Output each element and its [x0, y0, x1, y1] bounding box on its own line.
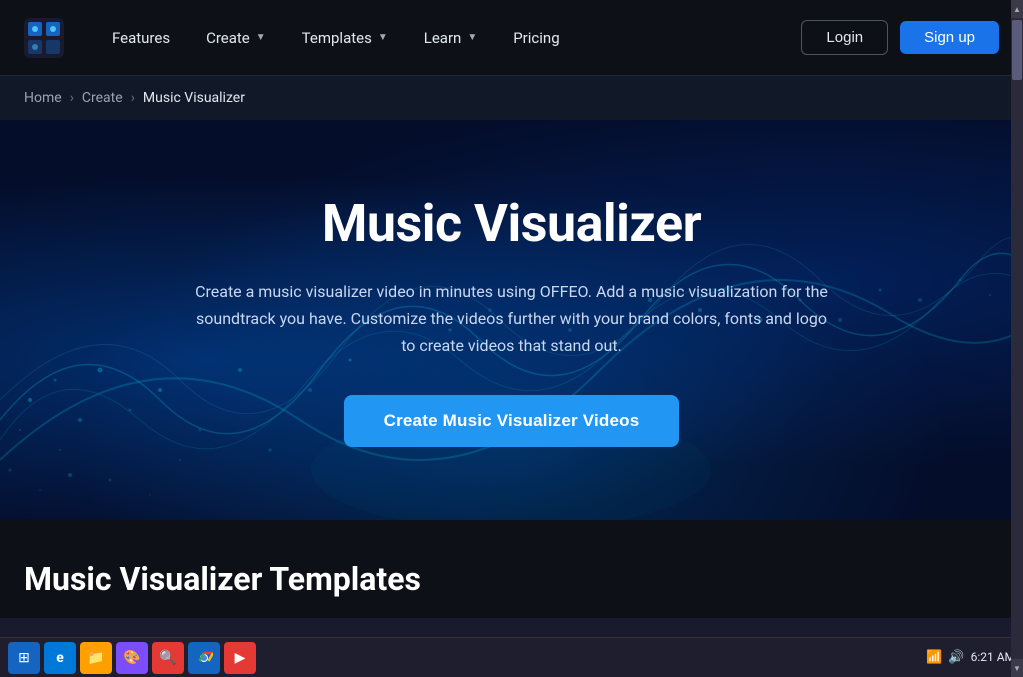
offeo-icon: ▶	[235, 650, 246, 666]
breadcrumb-sep-2: ›	[131, 90, 135, 106]
taskbar-folder-button[interactable]: 📁	[80, 642, 112, 674]
paint-icon: 🎨	[123, 650, 140, 666]
ie-icon: e	[56, 650, 64, 666]
cta-button[interactable]: Create Music Visualizer Videos	[344, 395, 680, 447]
hero-description: Create a music visualizer video in minut…	[192, 278, 832, 360]
nav-learn[interactable]: Learn ▼	[408, 21, 493, 55]
nav-links: Features Create ▼ Templates ▼ Learn ▼ Pr…	[96, 21, 801, 55]
scrollbar-up-button[interactable]: ▲	[1011, 0, 1023, 18]
taskbar-start-button[interactable]: ⊞	[8, 642, 40, 674]
network-icon: 📶	[926, 650, 942, 665]
breadcrumb-create[interactable]: Create	[82, 90, 123, 106]
templates-chevron-icon: ▼	[378, 32, 388, 43]
taskbar-ie-button[interactable]: e	[44, 642, 76, 674]
search-icon: 🔍	[159, 650, 176, 666]
windows-icon: ⊞	[18, 650, 30, 666]
taskbar-paint-button[interactable]: 🎨	[116, 642, 148, 674]
scrollbar: ▲ ▼	[1011, 0, 1023, 677]
logo[interactable]	[24, 18, 64, 58]
scrollbar-track	[1011, 18, 1023, 659]
taskbar-search-button[interactable]: 🔍	[152, 642, 184, 674]
signup-button[interactable]: Sign up	[900, 21, 999, 54]
volume-icon: 🔊	[948, 650, 964, 665]
taskbar-chrome-button[interactable]	[188, 642, 220, 674]
hero-section: Music Visualizer Create a music visualiz…	[0, 120, 1023, 520]
nav-auth: Login Sign up	[801, 20, 999, 55]
below-hero-section: Music Visualizer Templates	[0, 520, 1023, 618]
taskbar-offeo-button[interactable]: ▶	[224, 642, 256, 674]
section-title: Music Visualizer Templates	[24, 560, 999, 598]
breadcrumb-sep-1: ›	[70, 90, 74, 106]
breadcrumb-current: Music Visualizer	[143, 90, 245, 106]
scrollbar-thumb[interactable]	[1012, 20, 1022, 80]
taskbar-clock: 6:21 AM	[971, 649, 1015, 666]
taskbar: ⊞ e 📁 🎨 🔍 ▶ 📶 🔊 6:21 AM	[0, 637, 1023, 677]
nav-templates[interactable]: Templates ▼	[286, 21, 404, 55]
hero-content: Music Visualizer Create a music visualiz…	[192, 193, 832, 448]
nav-pricing[interactable]: Pricing	[497, 21, 575, 55]
hero-title: Music Visualizer	[192, 193, 832, 254]
scrollbar-down-button[interactable]: ▼	[1011, 659, 1023, 677]
chrome-icon	[195, 649, 213, 667]
navbar: Features Create ▼ Templates ▼ Learn ▼ Pr…	[0, 0, 1023, 76]
learn-chevron-icon: ▼	[467, 32, 477, 43]
login-button[interactable]: Login	[801, 20, 888, 55]
breadcrumb-home[interactable]: Home	[24, 90, 62, 106]
taskbar-system-icons: 📶 🔊 6:21 AM	[926, 649, 1015, 666]
nav-features[interactable]: Features	[96, 21, 186, 55]
breadcrumb: Home › Create › Music Visualizer	[0, 76, 1023, 120]
folder-icon: 📁	[87, 650, 104, 666]
create-chevron-icon: ▼	[256, 32, 266, 43]
nav-create[interactable]: Create ▼	[190, 21, 282, 55]
